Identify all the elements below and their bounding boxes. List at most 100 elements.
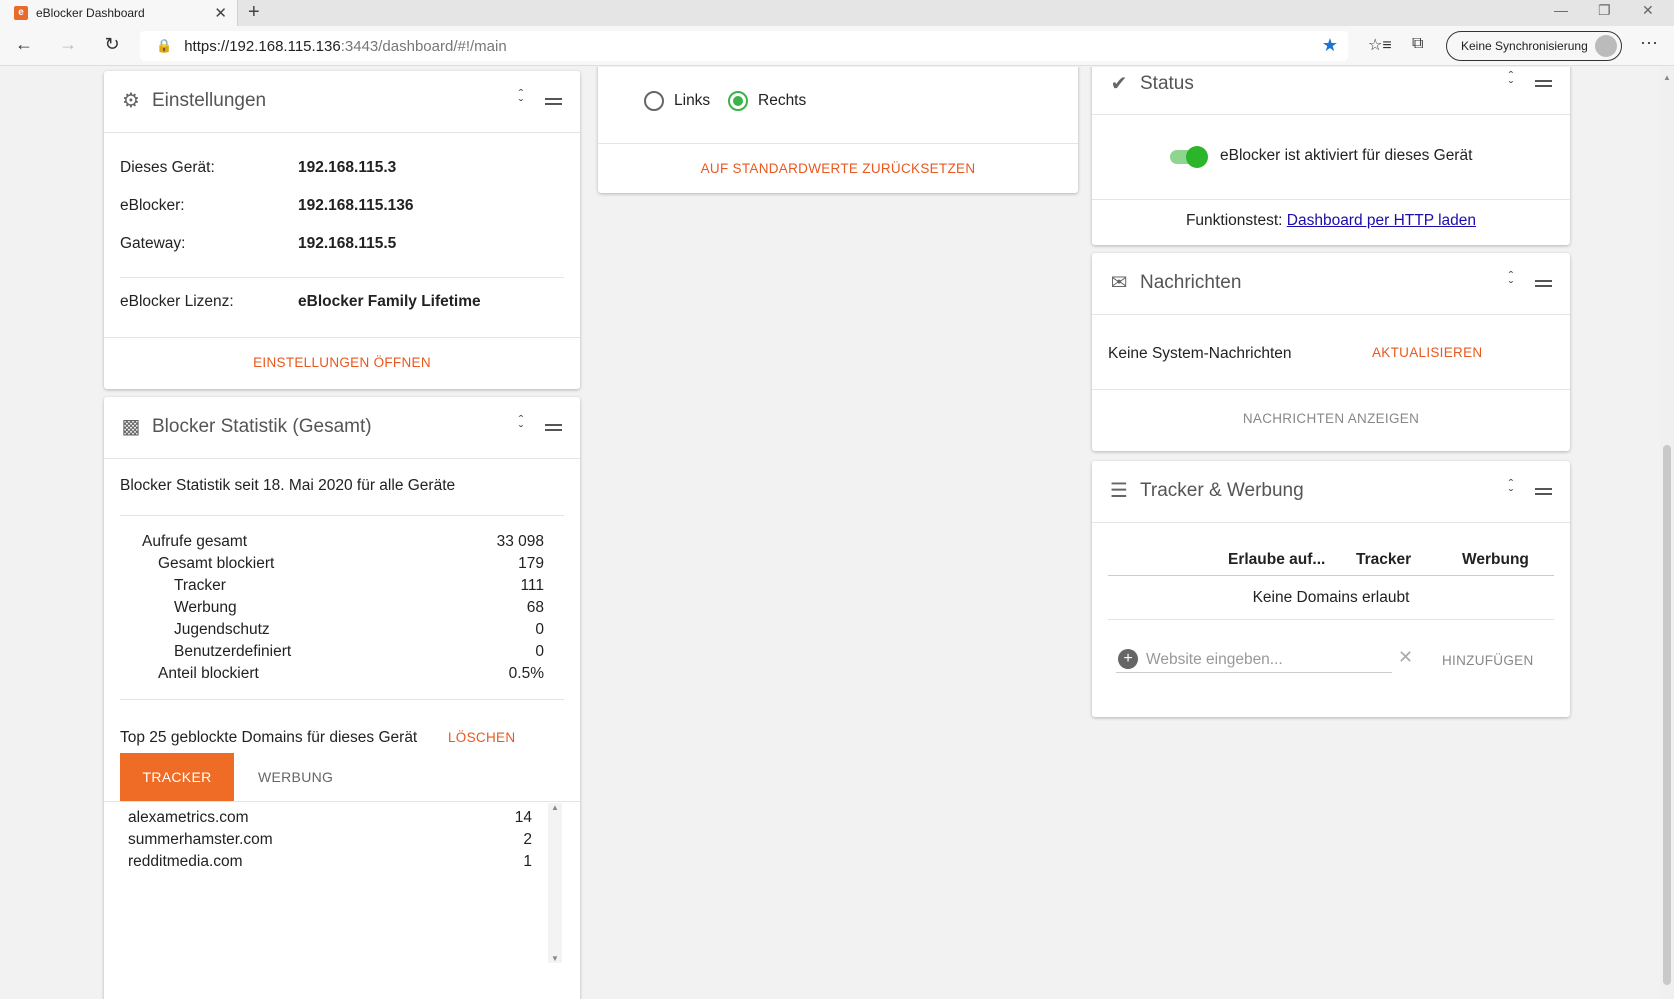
scroll-up-icon[interactable]: ▲ [551,803,559,812]
eblocker-toggle[interactable] [1170,145,1208,169]
divider [120,277,564,278]
http-dashboard-link[interactable]: Dashboard per HTTP laden [1287,212,1476,229]
stat-value: 0.5% [508,665,544,682]
favorites-list-icon[interactable]: ☆≡ [1368,35,1392,55]
stat-value: 0 [535,643,544,660]
profile-avatar-icon [1595,35,1617,57]
restore-button[interactable]: ❐ [1598,2,1611,19]
divider [120,515,564,516]
dashboard-viewport: ⚙ Einstellungen ˆˇ Dieses Gerät: 192.168… [0,67,1660,999]
messages-empty-text: Keine System-Nachrichten [1108,345,1292,362]
stat-label: Jugendschutz [174,621,270,638]
messages-card-header: ✉ Nachrichten ˆˇ [1092,253,1570,315]
sync-label: Keine Synchronisierung [1461,39,1588,53]
sync-profile-button[interactable]: Keine Synchronisierung [1446,31,1622,61]
website-input[interactable]: Website eingeben... [1116,647,1392,673]
clear-button[interactable]: LÖSCHEN [448,730,515,745]
eblocker-ip: 192.168.115.136 [298,197,414,214]
window-close-button[interactable]: ✕ [1642,2,1654,19]
list-icon: ☰ [1110,480,1128,502]
url-host: https://192.168.115.136 [184,37,341,55]
collapse-icon[interactable]: ˆˇ [514,413,528,437]
website-input-placeholder: Website eingeben... [1146,651,1283,668]
collapse-icon[interactable]: ˆˇ [1504,69,1518,93]
stat-label: Werbung [174,599,237,616]
scroll-down-icon[interactable]: ▼ [551,954,559,963]
open-settings-button[interactable]: EINSTELLUNGEN ÖFFNEN [104,355,580,370]
scroll-up-icon[interactable]: ▲ [1663,73,1671,82]
divider [1092,389,1570,390]
settings-card: ⚙ Einstellungen ˆˇ Dieses Gerät: 192.168… [104,71,580,389]
lock-icon: 🔒 [156,38,173,53]
divider [120,699,564,700]
top-domains-label: Top 25 geblockte Domains für dieses Gerä… [120,729,418,746]
bar-chart-icon: ▩ [121,416,141,438]
radio-rechts[interactable] [728,91,748,111]
divider [1108,619,1554,620]
domain-name: redditmedia.com [128,853,243,870]
more-options-icon[interactable]: ··· [1640,32,1658,53]
tab-werbung[interactable]: WERBUNG [258,753,333,801]
col-ads-header: Werbung [1462,551,1529,568]
license-label: eBlocker Lizenz: [120,293,234,310]
drag-handle-icon[interactable] [1535,280,1552,287]
stat-label: Benutzerdefiniert [174,643,292,660]
gear-icon: ⚙ [122,90,140,112]
refresh-button[interactable]: AKTUALISIEREN [1372,345,1482,360]
eblocker-label: eBlocker: [120,197,185,214]
stat-value: 33 098 [496,533,544,550]
drag-handle-icon[interactable] [1535,488,1552,495]
show-messages-button[interactable]: NACHRICHTEN ANZEIGEN [1092,411,1570,426]
page-scrollbar[interactable]: ▲ [1660,67,1674,999]
divider [598,143,1078,144]
tracker-ads-card: ☰ Tracker & Werbung ˆˇ Erlaube auf... Tr… [1092,461,1570,717]
col-tracker-header: Tracker [1356,551,1412,568]
messages-title: Nachrichten [1140,272,1242,293]
settings-card-header: ⚙ Einstellungen ˆˇ [104,71,580,133]
stat-value: 68 [526,599,544,616]
reload-icon[interactable]: ↻ [100,34,124,55]
domain-name: alexametrics.com [128,809,249,826]
stats-card: ▩ Blocker Statistik (Gesamt) ˆˇ Blocker … [104,397,580,999]
stats-since-text: Blocker Statistik seit 18. Mai 2020 für … [120,477,456,494]
divider [1108,575,1554,576]
drag-handle-icon[interactable] [1535,80,1552,87]
col-allow-header: Erlaube auf... [1228,551,1326,568]
collapse-icon[interactable]: ˆˇ [514,87,528,111]
status-card-header: ✔ Status ˆˇ [1092,67,1570,115]
add-website-button[interactable]: HINZUFÜGEN [1442,653,1534,668]
drag-handle-icon[interactable] [545,424,562,431]
domain-list-scrollbar[interactable]: ▲ ▼ [548,803,562,963]
clear-input-icon[interactable]: ✕ [1398,647,1413,668]
drag-handle-icon[interactable] [545,98,562,105]
no-domains-text: Keine Domains erlaubt [1252,589,1410,606]
message-icon: ✉ [1110,272,1128,294]
back-arrow-icon[interactable]: ← [12,34,36,55]
favorite-star-icon[interactable]: ★ [1322,35,1338,56]
tab-tracker[interactable]: TRACKER [120,753,234,801]
forward-arrow-icon[interactable]: → [56,34,80,55]
minimize-button[interactable]: — [1554,2,1568,18]
stat-label: Anteil blockiert [158,665,259,682]
collapse-icon[interactable]: ˆˇ [1504,269,1518,293]
eblocker-favicon-icon: e [14,6,28,20]
url-path: :3443/dashboard/#!/main [340,37,507,55]
status-card: ✔ Status ˆˇ eBlocker ist aktiviert für d… [1092,67,1570,245]
collapse-icon[interactable]: ˆˇ [1504,477,1518,501]
radio-links[interactable] [644,91,664,111]
tab-close-icon[interactable]: ✕ [214,4,227,22]
reset-defaults-button[interactable]: AUF STANDARDWERTE ZURÜCKSETZEN [598,161,1078,176]
domain-list: alexametrics.com 14 summerhamster.com 2 … [104,801,580,999]
device-ip: 192.168.115.3 [298,159,397,176]
browser-tab[interactable]: e eBlocker Dashboard ✕ [0,0,238,26]
url-field[interactable]: 🔒 https://192.168.115.136:3443/dashboard… [140,31,1348,61]
radio-links-label: Links [674,92,711,109]
tracker-ads-title: Tracker & Werbung [1140,480,1304,501]
function-test-prefix: Funktionstest: [1185,212,1283,229]
settings-title: Einstellungen [152,90,267,111]
gateway-label: Gateway: [120,235,186,252]
stat-label: Gesamt blockiert [158,555,275,572]
scrollbar-thumb[interactable] [1663,445,1671,985]
new-tab-button[interactable]: + [248,1,260,24]
collections-icon[interactable]: ⧉ [1412,35,1423,53]
